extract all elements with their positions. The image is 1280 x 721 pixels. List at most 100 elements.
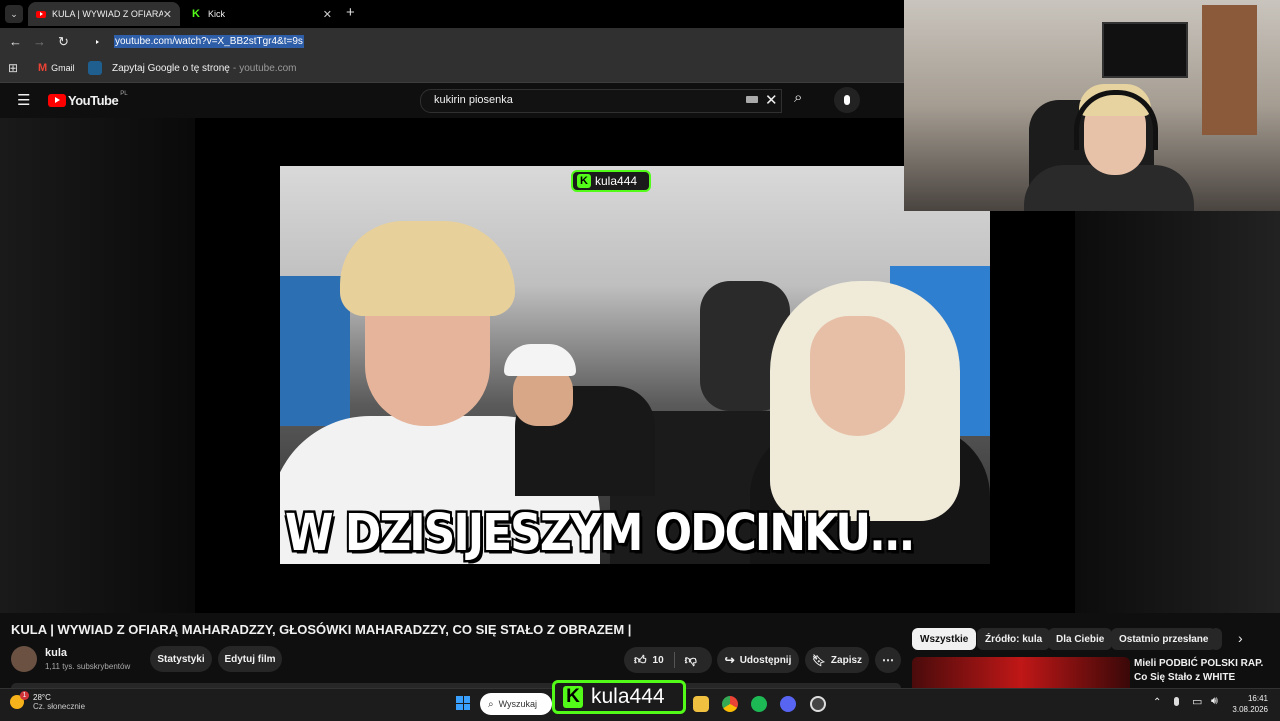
tab-youtube[interactable]: KULA | WYWIAD Z OFIARĄ MAHARADZZY, GŁOSÓ… <box>28 2 180 26</box>
weather-temp: 28°C <box>33 693 51 702</box>
room-tv <box>1102 22 1188 78</box>
search-icon[interactable]: ⌕ <box>794 89 802 106</box>
channel-avatar[interactable] <box>11 646 37 672</box>
video-title: KULA | WYWIAD Z OFIARĄ MAHARADZZY, GŁOSÓ… <box>11 622 632 637</box>
search-icon: ⌕ <box>488 698 494 710</box>
more-actions-button[interactable]: ⋯ <box>875 647 901 673</box>
reload-icon[interactable]: ↻ <box>58 34 69 50</box>
subscriber-count: 1,11 tys. subskrybentów <box>45 662 131 671</box>
like-button[interactable]: 👍︎ 10 <box>624 653 664 668</box>
recommended-title-line1[interactable]: Mieli PODBIĆ POLSKI RAP. <box>1134 658 1263 669</box>
save-button[interactable]: 🔖︎ Zapisz <box>805 647 869 673</box>
mic-icon <box>844 95 850 105</box>
clock-time: 16:41 <box>1247 694 1268 703</box>
kick-favicon-icon: K <box>192 8 200 20</box>
clock[interactable]: 16:41 3.08.2026 <box>1232 693 1268 715</box>
search-box[interactable]: kukirin piosenka ✕ <box>420 89 782 113</box>
new-tab-button[interactable]: + <box>346 4 355 21</box>
taskbar-search-placeholder: Wyszukaj <box>498 699 538 709</box>
youtube-wordmark: YouTube <box>68 93 119 108</box>
menu-icon[interactable]: ☰ <box>17 91 30 109</box>
volume-icon[interactable]: 🔊︎ <box>1211 695 1218 708</box>
windows-icon <box>456 696 463 703</box>
clock-date: 3.08.2026 <box>1232 705 1268 714</box>
recommended-title-line2[interactable]: Co Się Stało z WHITE <box>1134 672 1235 683</box>
car-window-left <box>280 276 350 426</box>
bookmarks-bar: ⊞ M Gmail Zapytaj Google o tę stronę - y… <box>0 56 904 83</box>
room-door <box>1202 5 1257 135</box>
watermark-text: kula444 <box>595 174 638 188</box>
start-button[interactable] <box>456 696 470 710</box>
bookmark-gmail[interactable]: M Gmail <box>38 62 75 74</box>
recommended-thumbnail[interactable] <box>912 657 1130 688</box>
tab-close-icon[interactable]: ✕ <box>163 8 172 21</box>
tray-overflow-icon[interactable]: ⌃ <box>1153 697 1161 708</box>
person-middle-cap <box>504 344 576 376</box>
obs-icon[interactable] <box>810 696 826 712</box>
share-icon: ↪ <box>724 653 735 667</box>
person-left-hair <box>340 221 515 316</box>
webcam-overlay <box>904 0 1280 211</box>
share-button[interactable]: ↪ Udostępnij <box>717 647 799 673</box>
tab-search-button[interactable]: ⌄ <box>5 5 23 23</box>
like-count: 10 <box>652 654 664 666</box>
share-label: Udostępnij <box>739 654 792 666</box>
edit-video-button[interactable]: Edytuj film <box>218 646 282 672</box>
taskbar-search[interactable]: ⌕ Wyszukaj <box>480 693 552 715</box>
voice-search-button[interactable] <box>834 87 860 113</box>
video-caption: W DZISIJESZYM ODCINKU... <box>285 504 915 563</box>
chip-recent[interactable]: Ostatnio przesłane <box>1111 628 1217 650</box>
chip-all[interactable]: Wszystkie <box>912 628 977 650</box>
chevron-right-icon[interactable]: › <box>1238 630 1243 646</box>
save-label: Zapisz <box>830 654 863 666</box>
file-explorer-icon[interactable] <box>693 696 709 712</box>
chip-overflow[interactable] <box>1210 628 1222 650</box>
youtube-play-icon <box>48 94 66 107</box>
address-bar[interactable]: youtube.com/watch?v=X_BB2stTgr4&t=9s <box>114 35 304 48</box>
tab-kick[interactable]: K Kick ✕ <box>184 2 340 26</box>
network-icon[interactable]: ▭ <box>1192 695 1202 708</box>
channel-name[interactable]: kula <box>45 647 67 659</box>
forward-icon[interactable]: → <box>33 34 46 49</box>
tab-bar: ⌄ KULA | WYWIAD Z OFIARĄ MAHARADZZY, GŁO… <box>0 0 904 28</box>
youtube-logo[interactable]: YouTube PL <box>48 90 128 108</box>
chip-for-you[interactable]: Dla Ciebie <box>1048 628 1113 650</box>
kick-logo-icon: K <box>577 174 591 188</box>
weather-desc: Cz. słonecznie <box>33 702 86 711</box>
kick-overlay-name: kula444 <box>591 685 665 708</box>
ask-google-chip[interactable]: Zapytaj Google o tę stronę - youtube.com <box>88 61 296 75</box>
browser-toolbar: ← → ↻ youtube.com/watch?v=X_BB2stTgr4&t=… <box>0 28 904 56</box>
search-input[interactable]: kukirin piosenka <box>434 94 513 106</box>
kick-logo-icon: K <box>563 686 583 708</box>
thumbs-down-icon[interactable]: 👎︎ <box>685 653 697 668</box>
region-code: PL <box>120 90 128 97</box>
bookmark-label: Gmail <box>51 63 75 73</box>
stats-button[interactable]: Statystyki <box>150 646 212 672</box>
kick-overlay-badge: K kula444 <box>552 680 686 714</box>
clear-search-icon[interactable]: ✕ <box>765 91 778 109</box>
lens-icon <box>88 61 102 75</box>
apps-grid-icon[interactable]: ⊞ <box>8 61 18 75</box>
tab-title: KULA | WYWIAD Z OFIARĄ MAHARADZZY, GŁOSÓ… <box>52 9 163 19</box>
chip-source[interactable]: Źródło: kula <box>977 628 1051 650</box>
chrome-icon[interactable] <box>722 696 738 712</box>
ambient-left <box>0 118 195 613</box>
like-dislike-group: 👍︎ 10 👎︎ <box>624 647 712 673</box>
youtube-favicon-icon <box>36 10 46 18</box>
ask-google-domain: youtube.com <box>239 62 297 74</box>
weather-widget[interactable]: 1 28°C Cz. słonecznie <box>10 691 86 711</box>
tab-close-icon[interactable]: ✕ <box>323 8 332 21</box>
notification-badge: 1 <box>20 691 29 700</box>
keyboard-icon[interactable] <box>746 96 758 103</box>
spotify-icon[interactable] <box>751 696 767 712</box>
ask-google-label: Zapytaj Google o tę stronę <box>112 62 230 74</box>
thumbs-up-icon: 👍︎ <box>634 652 647 667</box>
back-icon[interactable]: ← <box>9 34 22 49</box>
tab-title: Kick <box>208 9 226 19</box>
video-watermark: K kula444 <box>571 170 651 192</box>
mic-tray-icon[interactable] <box>1174 697 1179 706</box>
bookmark-icon: 🔖︎ <box>811 654 826 667</box>
person-right-face <box>810 316 905 436</box>
discord-icon[interactable] <box>780 696 796 712</box>
gmail-icon: M <box>38 62 48 74</box>
